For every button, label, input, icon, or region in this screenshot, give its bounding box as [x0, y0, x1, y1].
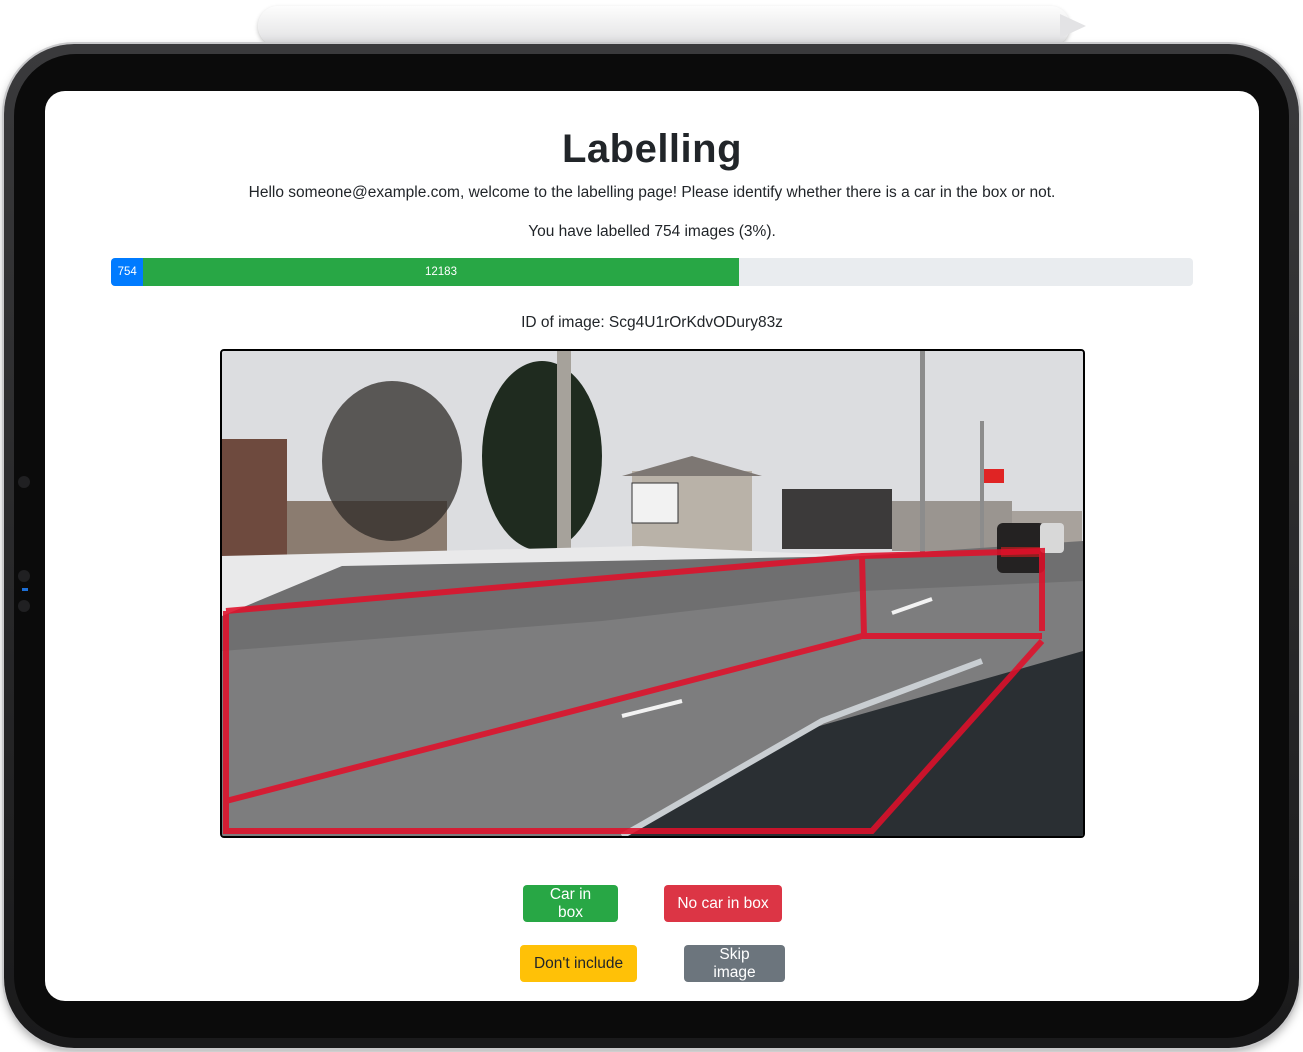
tree-bare [322, 381, 462, 541]
no-car-in-box-button[interactable]: No car in box [664, 885, 782, 922]
sensor-dot [18, 570, 30, 582]
sign-board [631, 482, 679, 524]
building-left [222, 439, 287, 559]
image-id-text: ID of image: Scg4U1rOrKdvODury83z [521, 314, 783, 331]
dont-include-button[interactable]: Don't include [520, 945, 637, 982]
light-pole [920, 351, 925, 556]
welcome-text: Hello someone@example.com, welcome to th… [248, 184, 1056, 201]
stylus-tip [1060, 14, 1086, 38]
street-scene-image [220, 349, 1085, 838]
camera-dot [18, 476, 30, 488]
car-in-box-button[interactable]: Car in box [523, 885, 618, 922]
stylus-pencil [258, 6, 1086, 46]
skip-image-button[interactable]: Skip image [684, 945, 785, 982]
progress-segment-labelled-by-user: 754 [111, 258, 144, 286]
progress-segment-label: 12183 [425, 266, 457, 278]
flag [982, 469, 1004, 483]
page-title: Labelling [561, 127, 743, 171]
store-building [782, 489, 892, 549]
tablet-screen: Labelling Hello someone@example.com, wel… [45, 91, 1259, 1001]
indicator-light [22, 588, 28, 591]
progress-bar: 754 12183 [111, 258, 1193, 286]
tree-evergreen [482, 361, 602, 551]
overlay-edge [859, 555, 867, 637]
light-pole-2 [980, 421, 984, 561]
store-building-2 [892, 501, 1012, 551]
progress-segment-labelled-total: 12183 [143, 258, 739, 286]
labelled-count-text: You have labelled 754 images (3%). [528, 223, 776, 240]
sensor-dot [18, 600, 30, 612]
progress-segment-label: 754 [117, 266, 137, 278]
street-scene-svg [222, 351, 1083, 836]
